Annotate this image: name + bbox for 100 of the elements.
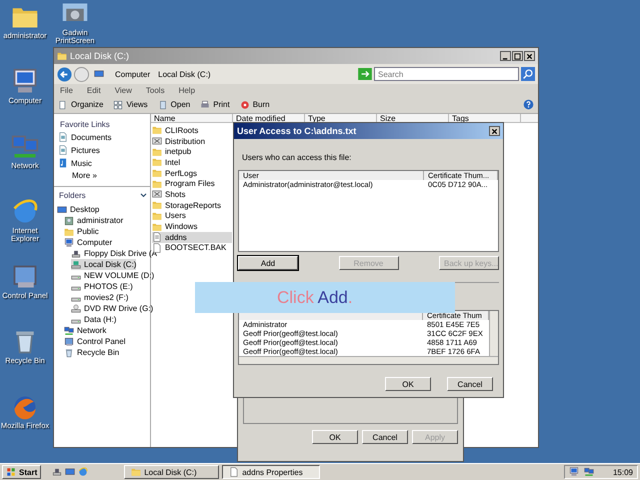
document-icon: [58, 145, 68, 155]
user-icon: [64, 216, 74, 226]
dialog-button[interactable]: OK: [312, 430, 358, 444]
toolbar-button[interactable]: Open: [158, 100, 190, 110]
tree-item[interactable]: Desktop: [57, 204, 100, 215]
network-icon: [64, 326, 74, 336]
prompt-text: Users who can access this file:: [242, 153, 352, 162]
folder-icon: [152, 146, 162, 157]
dialog-title: User Access to C:\addns.txt: [237, 126, 356, 136]
window-title: Local Disk (C:): [70, 51, 130, 61]
monitor-icon: [94, 69, 104, 79]
menu-item[interactable]: Edit: [86, 86, 101, 94]
explorer-entry[interactable]: StorageReports: [152, 200, 232, 210]
dialog-button[interactable]: Cancel: [362, 430, 408, 444]
folder-icon: [131, 467, 142, 477]
floppy-drive-icon: [71, 248, 81, 258]
explorer-entry[interactable]: Users: [152, 210, 232, 222]
dialog-button[interactable]: Add: [238, 256, 298, 270]
tree-item[interactable]: NEW VOLUME (D:): [71, 270, 154, 281]
disc-icon: [240, 100, 250, 110]
explorer-entry[interactable]: inetpub: [152, 146, 232, 158]
minimize-button[interactable]: [500, 51, 511, 61]
folder-icon: [152, 125, 162, 136]
back-button[interactable]: [57, 66, 72, 82]
explorer-entry[interactable]: Distribution: [152, 136, 232, 146]
folder-icon: [152, 189, 162, 200]
explorer-entry[interactable]: Program Files: [152, 178, 232, 190]
windows-logo-icon: [6, 467, 16, 477]
tree-item[interactable]: Network: [64, 325, 106, 336]
tree-item[interactable]: Control Panel: [64, 336, 126, 347]
folder-icon: [152, 200, 162, 210]
maximize-button[interactable]: [512, 51, 523, 61]
start-button[interactable]: Start: [2, 465, 42, 479]
favorite-link[interactable]: Pictures: [58, 145, 146, 155]
folder-icon: [152, 222, 162, 232]
monitor-icon: [57, 204, 67, 214]
printer-icon: [200, 100, 210, 110]
folder-icon: [152, 157, 162, 168]
instruction-text: Click Add.: [277, 288, 353, 308]
dialog-button[interactable]: OK: [385, 377, 431, 391]
clock: 15:09: [612, 468, 633, 476]
globe-icon: [78, 467, 88, 477]
trash-can-icon: [64, 348, 74, 358]
breadcrumb[interactable]: Computer: [115, 70, 150, 78]
toolbar-button[interactable]: Organize: [58, 100, 104, 110]
menu-item[interactable]: View: [114, 86, 132, 94]
toolbar-button[interactable]: Views: [113, 100, 148, 110]
favorite-link[interactable]: Documents: [58, 132, 146, 142]
help-icon[interactable]: [523, 99, 534, 110]
folder-icon: [152, 136, 162, 146]
page-icon: [58, 100, 68, 110]
search-icon[interactable]: [521, 67, 535, 81]
optical-drive-icon: [71, 304, 81, 314]
chevron-icon[interactable]: [140, 193, 147, 198]
explorer-entry[interactable]: addns: [152, 232, 232, 243]
go-button[interactable]: [358, 68, 372, 80]
tree-item[interactable]: Computer: [64, 237, 112, 248]
folder-icon: [64, 226, 74, 236]
maximize-icon: [514, 52, 521, 60]
tree-item[interactable]: DVD RW Drive (G:): [71, 303, 154, 314]
folder-icon: [152, 210, 162, 221]
vertical-scrollbar[interactable]: [489, 311, 498, 356]
monitor-icon: [568, 467, 579, 477]
search-field[interactable]: Search: [374, 67, 519, 81]
more-link[interactable]: More »: [58, 171, 146, 180]
dialog-button[interactable]: Cancel: [447, 377, 493, 391]
toolbar-button[interactable]: Print: [200, 100, 230, 110]
breadcrumb[interactable]: Local Disk (C:): [158, 70, 211, 78]
close-button[interactable]: [524, 51, 535, 61]
taskbar-button[interactable]: addns Properties: [222, 465, 320, 479]
file-icon: [229, 467, 240, 477]
explorer-entry[interactable]: Windows: [152, 221, 232, 232]
toolbar-button[interactable]: Burn: [240, 100, 270, 110]
tree-item[interactable]: Local Disk (C:): [71, 259, 136, 270]
folder-icon: [152, 168, 162, 178]
menu-item[interactable]: File: [60, 86, 73, 94]
favorite-link[interactable]: Music: [58, 158, 146, 168]
tree-item[interactable]: Data (H:): [71, 314, 116, 325]
taskbar-button[interactable]: Local Disk (C:): [124, 465, 220, 479]
horizontal-scrollbar[interactable]: [239, 356, 498, 364]
tree-item[interactable]: Public: [64, 226, 99, 237]
close-button[interactable]: [489, 126, 500, 136]
explorer-entry[interactable]: BOOTSECT.BAK: [152, 242, 232, 254]
explorer-entry[interactable]: Shots: [152, 189, 232, 200]
drive-icon: [71, 260, 81, 270]
monitor-icon: [64, 238, 74, 248]
menu-item[interactable]: Tools: [146, 86, 165, 94]
tree-item[interactable]: PHOTOS (E:): [71, 281, 133, 292]
section-title: Folders: [58, 191, 86, 200]
tree-item[interactable]: administrator: [64, 215, 124, 226]
address-bar[interactable]: Computer Local Disk (C:): [91, 67, 356, 81]
explorer-entry[interactable]: Intel: [152, 157, 232, 168]
explorer-entry[interactable]: PerfLogs: [152, 168, 232, 178]
tree-item[interactable]: movies2 (F:): [71, 292, 128, 303]
menu-item[interactable]: Help: [178, 86, 196, 94]
monitor-icon: [65, 467, 76, 477]
grid-icon: [113, 100, 124, 110]
notepad-icon: [158, 100, 168, 110]
explorer-entry[interactable]: CLIRoots: [152, 125, 232, 136]
tree-item[interactable]: Recycle Bin: [64, 347, 120, 358]
